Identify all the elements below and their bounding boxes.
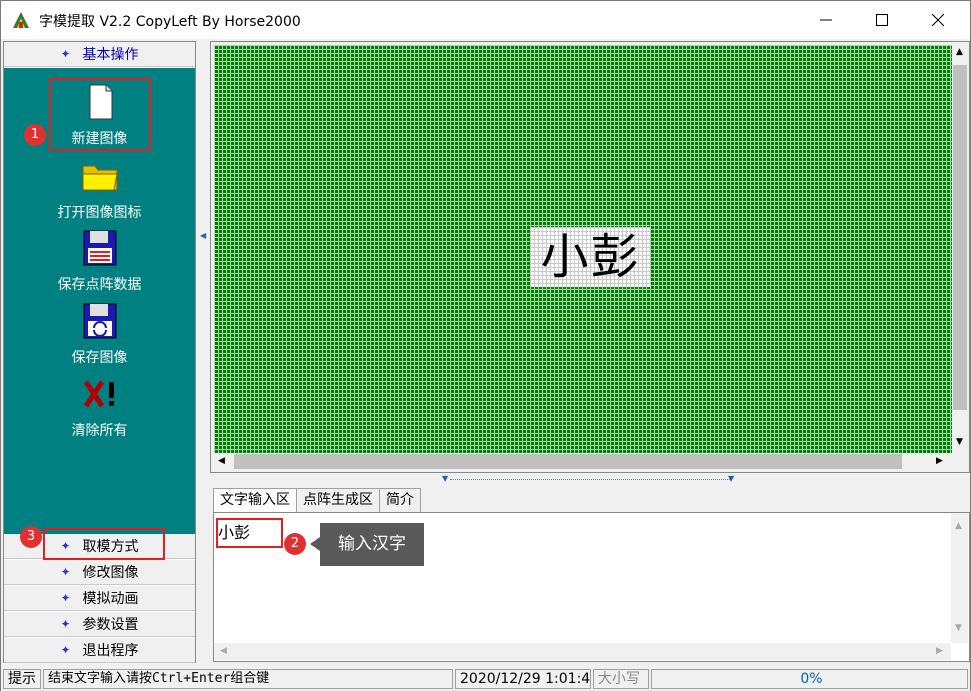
diamond-icon: ✦ bbox=[60, 643, 71, 657]
step-badge-2: 2 bbox=[284, 533, 306, 555]
vertical-splitter[interactable]: ◀ bbox=[198, 41, 208, 663]
dot-matrix-canvas[interactable]: 小彭 bbox=[214, 45, 952, 453]
status-bar: 提示 结束文字输入请按Ctrl+Enter组合键 2020/12/29 1:01… bbox=[1, 667, 970, 691]
diamond-icon: ✦ bbox=[60, 565, 71, 579]
glyph-text: 小彭 bbox=[540, 229, 641, 285]
status-label: 提示 bbox=[3, 669, 41, 689]
minimize-icon bbox=[820, 19, 832, 21]
tool-label: 清除所有 bbox=[71, 423, 128, 439]
scroll-down-icon[interactable]: ▼ bbox=[956, 437, 963, 447]
scroll-right-icon[interactable]: ▶ bbox=[936, 456, 943, 466]
diamond-icon: ✦ bbox=[60, 47, 71, 61]
group-settings[interactable]: ✦ 参数设置 bbox=[4, 612, 195, 637]
maximize-icon bbox=[876, 14, 888, 26]
glyph-preview: 小彭 bbox=[530, 227, 651, 287]
group-label: 修改图像 bbox=[82, 565, 139, 581]
tab-matrix-output[interactable]: 点阵生成区 bbox=[296, 488, 380, 512]
close-icon bbox=[932, 14, 944, 26]
highlight-new-image bbox=[49, 78, 151, 151]
canvas-frame: 小彭 ▲ ▼ ◀ ▶ bbox=[210, 41, 970, 473]
canvas-vertical-scrollbar[interactable]: ▲ ▼ bbox=[952, 45, 968, 453]
status-datetime: 2020/12/29 1:01:47 bbox=[455, 669, 591, 689]
scroll-thumb[interactable] bbox=[234, 454, 902, 469]
tab-about[interactable]: 简介 bbox=[379, 488, 421, 512]
title-bar[interactable]: 字模提取 V2.2 CopyLeft By Horse2000 bbox=[1, 1, 970, 39]
diamond-icon: ✦ bbox=[60, 617, 71, 631]
collapse-down-icon[interactable]: ▼ bbox=[442, 474, 448, 483]
scroll-thumb[interactable] bbox=[953, 65, 967, 410]
folder-icon bbox=[82, 165, 118, 191]
tooltip-pointer bbox=[310, 537, 320, 551]
scroll-left-icon[interactable]: ◀ bbox=[220, 646, 227, 656]
clear-all-icon bbox=[83, 380, 114, 408]
open-image-button[interactable]: 打开图像图标 bbox=[4, 156, 195, 222]
scroll-right-icon[interactable]: ▶ bbox=[936, 646, 943, 656]
highlight-text-input bbox=[216, 518, 283, 548]
canvas-horizontal-scrollbar[interactable]: ◀ ▶ bbox=[214, 453, 952, 470]
tool-label: 保存点阵数据 bbox=[57, 277, 142, 293]
group-label: 模拟动画 bbox=[82, 591, 139, 607]
app-icon bbox=[13, 12, 29, 28]
tab-bar: 文字输入区 点阵生成区 简介 bbox=[213, 488, 421, 512]
collapse-down-icon[interactable]: ▼ bbox=[728, 474, 734, 483]
group-exit[interactable]: ✦ 退出程序 bbox=[4, 638, 195, 663]
close-button[interactable] bbox=[915, 1, 961, 39]
tab-text-input[interactable]: 文字输入区 bbox=[213, 488, 297, 512]
floppy-save-data-icon bbox=[83, 230, 116, 266]
floppy-save-image-icon bbox=[83, 303, 116, 339]
maximize-button[interactable] bbox=[859, 1, 905, 39]
group-edit-image[interactable]: ✦ 修改图像 bbox=[4, 560, 195, 585]
collapse-left-icon[interactable]: ◀ bbox=[200, 231, 206, 240]
app-window: 字模提取 V2.2 CopyLeft By Horse2000 ✦ 基本操作 新… bbox=[0, 0, 971, 691]
status-progress: 0% bbox=[651, 669, 968, 689]
window-title: 字模提取 V2.2 CopyLeft By Horse2000 bbox=[39, 14, 301, 30]
diamond-icon: ✦ bbox=[60, 591, 71, 605]
save-data-button[interactable]: 保存点阵数据 bbox=[4, 228, 195, 294]
horizontal-splitter[interactable]: ▼ ▼ bbox=[210, 474, 970, 486]
step-badge-1: 1 bbox=[24, 124, 46, 146]
save-image-button[interactable]: 保存图像 bbox=[4, 301, 195, 367]
splitter-grip bbox=[450, 479, 730, 480]
status-message: 结束文字输入请按Ctrl+Enter组合键 bbox=[43, 669, 453, 689]
text-vertical-scrollbar[interactable]: ▲ ▼ bbox=[951, 513, 968, 643]
step-badge-3: 3 bbox=[20, 526, 42, 548]
clear-all-button[interactable]: 清除所有 bbox=[4, 374, 195, 440]
scroll-up-icon[interactable]: ▲ bbox=[955, 521, 962, 531]
group-basic-ops[interactable]: ✦ 基本操作 bbox=[4, 42, 195, 67]
tool-label: 保存图像 bbox=[71, 350, 128, 366]
group-animation[interactable]: ✦ 模拟动画 bbox=[4, 586, 195, 611]
group-label: 退出程序 bbox=[82, 643, 139, 659]
scroll-left-icon[interactable]: ◀ bbox=[218, 456, 225, 466]
group-label: 基本操作 bbox=[82, 47, 139, 63]
scroll-down-icon[interactable]: ▼ bbox=[955, 623, 962, 633]
tool-label: 打开图像图标 bbox=[57, 205, 142, 221]
tooltip-input-hint: 输入汉字 bbox=[320, 523, 424, 566]
text-horizontal-scrollbar[interactable]: ◀ ▶ bbox=[214, 643, 951, 660]
group-label: 参数设置 bbox=[82, 617, 139, 633]
status-caps: 大小写 bbox=[593, 669, 649, 689]
minimize-button[interactable] bbox=[803, 1, 849, 39]
scroll-up-icon[interactable]: ▲ bbox=[956, 47, 963, 57]
highlight-modulo-method bbox=[43, 528, 165, 560]
